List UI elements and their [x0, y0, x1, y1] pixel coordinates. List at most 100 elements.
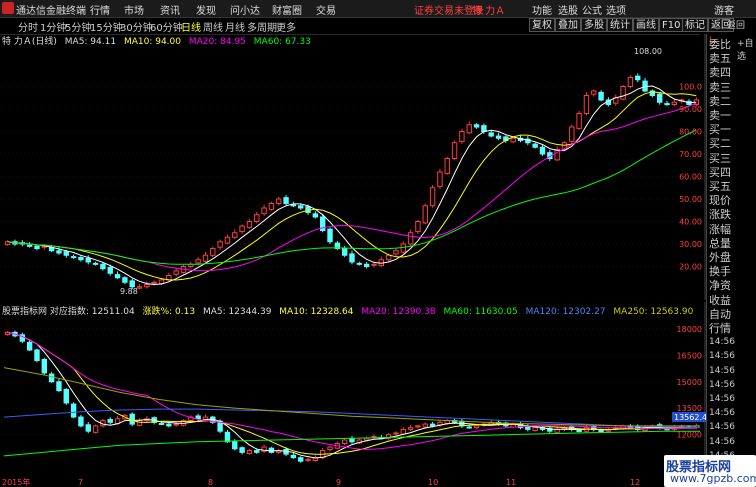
candle-body — [246, 450, 253, 454]
sub-legend-ma120: MA120: 12302.27 — [525, 307, 606, 317]
period-1min[interactable]: 1分钟 — [40, 19, 66, 34]
period-more[interactable]: 更多 — [276, 19, 296, 34]
candle-body — [151, 281, 157, 284]
sub-legend-ma20: MA20: 12390.38 — [361, 307, 436, 317]
candle-body — [466, 426, 472, 429]
candle-body — [56, 250, 62, 254]
period-multi[interactable]: 多周期 — [247, 19, 277, 34]
period-weekly[interactable]: 周线 — [203, 19, 223, 34]
candle-body — [429, 187, 436, 207]
period-fenshi[interactable]: 分时 — [18, 19, 38, 34]
candle-body — [107, 418, 113, 423]
candle-body — [276, 198, 282, 204]
main-legend-ma10: MA10: 94.00 — [123, 37, 181, 47]
candle-body — [34, 349, 40, 362]
candle-body — [451, 142, 458, 159]
menu-gongshi[interactable]: 公式 — [582, 2, 602, 17]
candle-body — [122, 277, 128, 283]
period-5min[interactable]: 5分钟 — [65, 19, 91, 34]
candle-body — [363, 437, 370, 441]
candle-body — [444, 158, 450, 174]
candle-body — [224, 236, 231, 244]
candle-body — [510, 137, 516, 143]
candle-body — [158, 422, 165, 425]
guest-label[interactable]: 游客 — [714, 2, 734, 17]
toolbar-duogu[interactable]: 多股 — [581, 18, 607, 32]
menu-shichang[interactable]: 市场 — [124, 2, 144, 17]
ma250-line — [3, 367, 700, 427]
menu-wenxiaoda[interactable]: 问小达 — [230, 2, 260, 17]
candle-body — [459, 131, 465, 142]
candle-body — [78, 416, 84, 427]
period-60min[interactable]: 60分钟 — [150, 19, 183, 34]
quote-panel: L +自选 返回 委比 卖五 卖四 卖三 卖二 卖一 买一 买二 买三 买四 买五 现价 涨跌 涨幅 总量外… — [706, 21, 756, 487]
period-monthly[interactable]: 月线 — [225, 19, 245, 34]
quote-panel-label: 14:56 — [709, 379, 735, 390]
menu-bar: 通达信金融终端 行情 市场 资讯 发现 问小达 财富圈 交易 证券交易未登录 特… — [0, 0, 756, 18]
candle-body — [488, 132, 494, 137]
candle-body — [385, 254, 392, 261]
quote-panel-label: 14:56 — [709, 422, 735, 433]
x-axis: 2015年 7 8 9 10 11 12 — [2, 477, 640, 487]
quote-panel-label: 卖二 — [709, 94, 731, 108]
y-tick-label: 12000 — [677, 431, 702, 440]
candle-body — [576, 113, 582, 129]
menu-xuangu[interactable]: 选股 — [558, 2, 578, 17]
candle-body — [393, 250, 399, 255]
candle-body — [635, 75, 641, 81]
quote-panel-label: 14:56 — [709, 394, 735, 404]
period-daily[interactable]: 日线 — [181, 19, 201, 34]
quote-panel-label: 换手 — [709, 265, 731, 279]
toolbar-fanhui2[interactable]: 返回 — [727, 18, 745, 31]
quote-panel-label: 现价 — [709, 194, 731, 208]
toolbar-biaoji[interactable]: 标记 — [682, 18, 708, 32]
candle-body — [664, 103, 670, 106]
sub-legend-ma10: MA10: 12328.64 — [279, 307, 354, 317]
x-tick-label: 8 — [208, 478, 213, 487]
period-15min[interactable]: 15分钟 — [90, 19, 123, 34]
menu-zixun[interactable]: 资讯 — [160, 2, 180, 17]
candle-body — [26, 244, 33, 247]
period-30min[interactable]: 30分钟 — [120, 19, 153, 34]
candle-body — [100, 263, 106, 270]
index-kline-chart[interactable]: 18000 16500 15000 13500 12000 13562.41 — [0, 302, 706, 477]
toolbar-huaxian[interactable]: 画线 — [633, 18, 659, 32]
quote-panel-label: 买三 — [709, 151, 731, 165]
toolbar-fuquan[interactable]: 复权 — [529, 18, 555, 32]
candle-body — [92, 425, 99, 433]
menu-faxian[interactable]: 发现 — [196, 2, 216, 17]
candle-body — [349, 438, 355, 443]
menu-xuanxiang[interactable]: 选项 — [606, 2, 626, 17]
quote-panel-label: 收益 — [709, 293, 731, 307]
quote-panel-label: 买四 — [709, 165, 731, 179]
menu-jiaoyi[interactable]: 交易 — [316, 2, 336, 17]
candle-body — [569, 126, 575, 142]
menu-hangqing[interactable]: 行情 — [90, 2, 110, 17]
quote-panel-label: 14:56 — [709, 337, 735, 348]
toolbar-tongji[interactable]: 统计 — [607, 18, 633, 32]
candle-body — [254, 214, 260, 222]
candle-body — [400, 428, 406, 435]
quote-panel-label: 自动 — [709, 307, 731, 321]
low-annotation: 9.88 — [120, 287, 138, 296]
ma-line-10 — [7, 331, 697, 455]
candle-body — [232, 441, 238, 450]
quote-panel-label: 买一 — [709, 123, 731, 137]
candle-body — [26, 341, 33, 351]
main-kline-chart[interactable]: 100.0 90.00 80.00 70.00 60.00 50.00 40.00 30.00… — [0, 34, 706, 300]
menu-gongneng[interactable]: 功能 — [532, 2, 552, 17]
candle-body — [136, 286, 143, 289]
main-legend-title: 特 力Ａ(日线) — [2, 37, 57, 47]
toolbar-diejia[interactable]: 叠加 — [555, 18, 581, 32]
toolbar-f10[interactable]: F10 — [659, 18, 684, 32]
x-tick-label: 12 — [630, 478, 640, 487]
y-tick-label: 40.00 — [679, 218, 702, 227]
watermark: 股票指标网 www.7gpzb.com — [664, 455, 756, 487]
sub-legend-ma250: MA250: 12563.90 — [613, 307, 694, 317]
candle-body — [290, 204, 297, 207]
y-tick-label: 15000 — [677, 378, 702, 387]
candle-body — [415, 221, 421, 232]
menu-caifuquan[interactable]: 财富圈 — [272, 2, 302, 17]
candle-body — [63, 388, 69, 404]
y-tick-label: 13500 — [677, 404, 702, 413]
